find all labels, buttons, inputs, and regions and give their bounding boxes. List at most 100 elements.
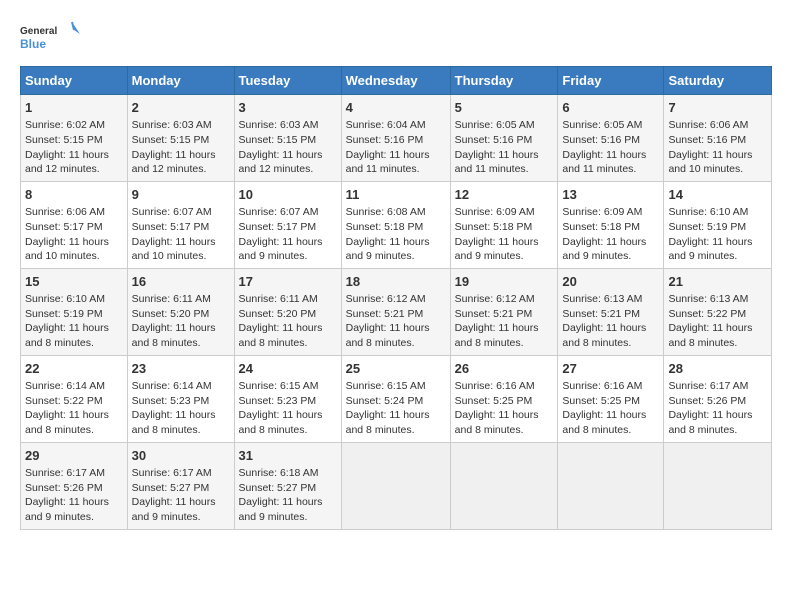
day-info: Daylight: 11 hours and 9 minutes.	[132, 495, 230, 524]
day-info: Sunrise: 6:13 AM	[562, 292, 659, 307]
day-info: Sunrise: 6:16 AM	[562, 379, 659, 394]
day-info: Sunset: 5:19 PM	[668, 220, 767, 235]
day-number: 18	[346, 273, 446, 291]
day-number: 31	[239, 447, 337, 465]
day-info: Daylight: 11 hours and 9 minutes.	[455, 235, 554, 264]
day-number: 13	[562, 186, 659, 204]
calendar-cell: 25Sunrise: 6:15 AMSunset: 5:24 PMDayligh…	[341, 355, 450, 442]
day-info: Sunset: 5:16 PM	[346, 133, 446, 148]
day-info: Daylight: 11 hours and 11 minutes.	[562, 148, 659, 177]
day-info: Sunrise: 6:15 AM	[346, 379, 446, 394]
day-number: 23	[132, 360, 230, 378]
day-info: Sunset: 5:16 PM	[562, 133, 659, 148]
day-info: Sunset: 5:27 PM	[239, 481, 337, 496]
day-info: Daylight: 11 hours and 8 minutes.	[25, 321, 123, 350]
day-info: Sunset: 5:18 PM	[455, 220, 554, 235]
calendar-cell: 29Sunrise: 6:17 AMSunset: 5:26 PMDayligh…	[21, 442, 128, 529]
day-info: Daylight: 11 hours and 12 minutes.	[239, 148, 337, 177]
day-number: 28	[668, 360, 767, 378]
calendar-cell: 28Sunrise: 6:17 AMSunset: 5:26 PMDayligh…	[664, 355, 772, 442]
calendar-cell: 27Sunrise: 6:16 AMSunset: 5:25 PMDayligh…	[558, 355, 664, 442]
day-info: Sunset: 5:20 PM	[239, 307, 337, 322]
weekday-header-sunday: Sunday	[21, 67, 128, 95]
day-info: Daylight: 11 hours and 8 minutes.	[668, 321, 767, 350]
day-info: Sunrise: 6:12 AM	[346, 292, 446, 307]
svg-text:Blue: Blue	[20, 37, 46, 51]
day-info: Sunrise: 6:14 AM	[132, 379, 230, 394]
calendar-cell: 20Sunrise: 6:13 AMSunset: 5:21 PMDayligh…	[558, 268, 664, 355]
day-info: Daylight: 11 hours and 9 minutes.	[239, 495, 337, 524]
calendar-cell: 23Sunrise: 6:14 AMSunset: 5:23 PMDayligh…	[127, 355, 234, 442]
day-info: Sunset: 5:16 PM	[668, 133, 767, 148]
calendar-cell: 8Sunrise: 6:06 AMSunset: 5:17 PMDaylight…	[21, 181, 128, 268]
day-info: Sunset: 5:19 PM	[25, 307, 123, 322]
day-number: 27	[562, 360, 659, 378]
day-info: Sunrise: 6:18 AM	[239, 466, 337, 481]
day-info: Daylight: 11 hours and 8 minutes.	[455, 408, 554, 437]
day-info: Daylight: 11 hours and 9 minutes.	[668, 235, 767, 264]
day-info: Sunset: 5:15 PM	[25, 133, 123, 148]
weekday-header-friday: Friday	[558, 67, 664, 95]
day-info: Sunrise: 6:12 AM	[455, 292, 554, 307]
calendar-cell: 1Sunrise: 6:02 AMSunset: 5:15 PMDaylight…	[21, 95, 128, 182]
day-number: 17	[239, 273, 337, 291]
calendar-cell	[341, 442, 450, 529]
day-number: 2	[132, 99, 230, 117]
day-info: Sunset: 5:17 PM	[25, 220, 123, 235]
day-info: Sunset: 5:26 PM	[25, 481, 123, 496]
day-info: Sunset: 5:20 PM	[132, 307, 230, 322]
day-info: Sunrise: 6:05 AM	[562, 118, 659, 133]
day-number: 10	[239, 186, 337, 204]
day-info: Sunrise: 6:10 AM	[25, 292, 123, 307]
day-info: Sunrise: 6:16 AM	[455, 379, 554, 394]
day-info: Daylight: 11 hours and 8 minutes.	[132, 408, 230, 437]
day-number: 30	[132, 447, 230, 465]
calendar-cell: 17Sunrise: 6:11 AMSunset: 5:20 PMDayligh…	[234, 268, 341, 355]
day-info: Sunset: 5:18 PM	[346, 220, 446, 235]
calendar-cell: 6Sunrise: 6:05 AMSunset: 5:16 PMDaylight…	[558, 95, 664, 182]
svg-text:General: General	[20, 26, 57, 37]
calendar-cell: 4Sunrise: 6:04 AMSunset: 5:16 PMDaylight…	[341, 95, 450, 182]
calendar-cell: 19Sunrise: 6:12 AMSunset: 5:21 PMDayligh…	[450, 268, 558, 355]
day-info: Sunrise: 6:17 AM	[668, 379, 767, 394]
day-info: Sunrise: 6:07 AM	[239, 205, 337, 220]
day-info: Daylight: 11 hours and 8 minutes.	[346, 321, 446, 350]
day-info: Sunset: 5:22 PM	[25, 394, 123, 409]
day-info: Daylight: 11 hours and 9 minutes.	[346, 235, 446, 264]
day-info: Sunset: 5:15 PM	[132, 133, 230, 148]
day-info: Daylight: 11 hours and 9 minutes.	[562, 235, 659, 264]
calendar-cell: 18Sunrise: 6:12 AMSunset: 5:21 PMDayligh…	[341, 268, 450, 355]
day-info: Daylight: 11 hours and 9 minutes.	[25, 495, 123, 524]
day-info: Daylight: 11 hours and 10 minutes.	[132, 235, 230, 264]
calendar-cell: 13Sunrise: 6:09 AMSunset: 5:18 PMDayligh…	[558, 181, 664, 268]
day-info: Sunset: 5:16 PM	[455, 133, 554, 148]
calendar-cell	[450, 442, 558, 529]
day-info: Daylight: 11 hours and 10 minutes.	[668, 148, 767, 177]
day-info: Sunrise: 6:13 AM	[668, 292, 767, 307]
day-info: Sunrise: 6:03 AM	[132, 118, 230, 133]
calendar-cell: 2Sunrise: 6:03 AMSunset: 5:15 PMDaylight…	[127, 95, 234, 182]
day-info: Daylight: 11 hours and 8 minutes.	[239, 321, 337, 350]
day-info: Sunrise: 6:14 AM	[25, 379, 123, 394]
day-number: 21	[668, 273, 767, 291]
weekday-header-wednesday: Wednesday	[341, 67, 450, 95]
calendar-cell: 21Sunrise: 6:13 AMSunset: 5:22 PMDayligh…	[664, 268, 772, 355]
day-info: Sunset: 5:21 PM	[455, 307, 554, 322]
calendar-cell: 9Sunrise: 6:07 AMSunset: 5:17 PMDaylight…	[127, 181, 234, 268]
day-info: Sunrise: 6:11 AM	[132, 292, 230, 307]
calendar-cell: 3Sunrise: 6:03 AMSunset: 5:15 PMDaylight…	[234, 95, 341, 182]
day-number: 16	[132, 273, 230, 291]
day-info: Daylight: 11 hours and 8 minutes.	[346, 408, 446, 437]
day-info: Sunrise: 6:15 AM	[239, 379, 337, 394]
day-info: Daylight: 11 hours and 9 minutes.	[239, 235, 337, 264]
calendar-cell: 12Sunrise: 6:09 AMSunset: 5:18 PMDayligh…	[450, 181, 558, 268]
day-info: Daylight: 11 hours and 11 minutes.	[346, 148, 446, 177]
day-info: Sunrise: 6:03 AM	[239, 118, 337, 133]
day-number: 8	[25, 186, 123, 204]
day-info: Sunset: 5:27 PM	[132, 481, 230, 496]
calendar-cell: 24Sunrise: 6:15 AMSunset: 5:23 PMDayligh…	[234, 355, 341, 442]
day-info: Sunrise: 6:11 AM	[239, 292, 337, 307]
day-info: Sunrise: 6:10 AM	[668, 205, 767, 220]
calendar-cell: 16Sunrise: 6:11 AMSunset: 5:20 PMDayligh…	[127, 268, 234, 355]
day-info: Sunset: 5:24 PM	[346, 394, 446, 409]
